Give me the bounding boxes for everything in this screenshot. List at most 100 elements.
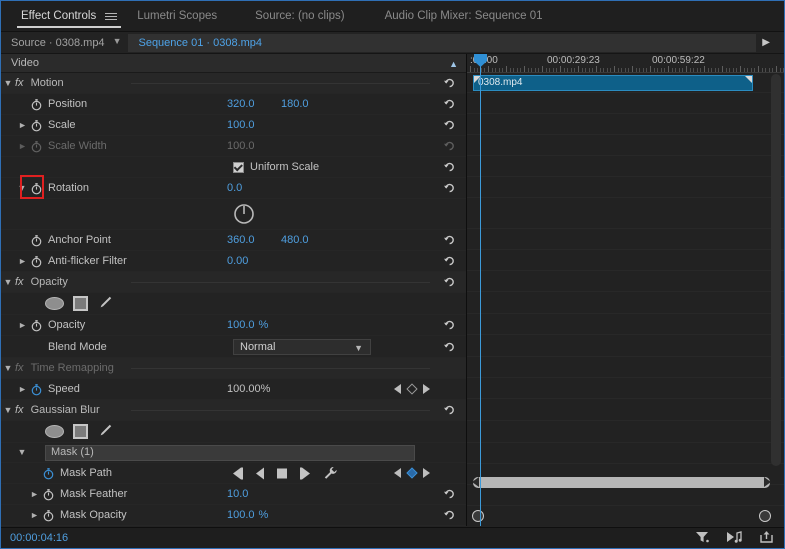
ellipse-mask-icon[interactable] bbox=[45, 425, 64, 438]
param-row-speed[interactable]: ▼ Speed 100.00% bbox=[1, 379, 466, 400]
disclosure-scale[interactable]: ▼ bbox=[15, 121, 29, 130]
effect-header-motion[interactable]: ▼ fx Motion bbox=[1, 73, 466, 94]
stopwatch-icon[interactable] bbox=[29, 97, 44, 112]
export-frame-icon[interactable] bbox=[759, 530, 774, 544]
stopwatch-icon[interactable] bbox=[41, 487, 56, 502]
uniform-scale-checkbox[interactable] bbox=[233, 162, 244, 173]
current-timecode[interactable]: 00:00:04:16 bbox=[1, 532, 68, 544]
rotation-dial-icon[interactable] bbox=[232, 202, 256, 226]
rectangle-mask-icon[interactable] bbox=[73, 296, 88, 311]
effect-header-time-remapping[interactable]: ▼ fx Time Remapping bbox=[1, 358, 466, 379]
param-row-opacity[interactable]: ▼ Opacity 100.0 % bbox=[1, 315, 466, 336]
param-row-scale[interactable]: ▼ Scale 100.0 bbox=[1, 115, 466, 136]
disclosure-rotation[interactable]: ▼ bbox=[15, 184, 29, 193]
wrench-icon[interactable] bbox=[323, 466, 338, 481]
stopwatch-icon[interactable] bbox=[29, 118, 44, 133]
stopwatch-icon[interactable] bbox=[29, 382, 44, 397]
chevron-down-icon[interactable]: ▼ bbox=[113, 37, 129, 46]
reset-icon[interactable] bbox=[443, 319, 456, 332]
disclosure-time-remapping[interactable]: ▼ bbox=[1, 364, 15, 373]
stopwatch-icon[interactable] bbox=[41, 466, 56, 481]
horizontal-scrollbar[interactable] bbox=[473, 477, 770, 488]
param-row-blend-mode[interactable]: Blend Mode Normal ▼ bbox=[1, 336, 466, 358]
disclosure-motion[interactable]: ▼ bbox=[1, 79, 15, 88]
reset-icon[interactable] bbox=[443, 276, 456, 289]
disclosure-opacity[interactable]: ▼ bbox=[15, 321, 29, 330]
blend-mode-dropdown[interactable]: Normal ▼ bbox=[233, 339, 371, 355]
reset-icon[interactable] bbox=[443, 98, 456, 111]
disclosure-gaussian-blur[interactable]: ▼ bbox=[1, 406, 15, 415]
param-row-rotation[interactable]: ▼ Rotation 0.0 bbox=[1, 178, 466, 199]
video-section-header[interactable]: Video ▲ bbox=[1, 54, 466, 73]
keyframe-prev-icon[interactable] bbox=[394, 384, 401, 394]
reset-icon[interactable] bbox=[443, 119, 456, 132]
param-row-mask-feather[interactable]: ▼ Mask Feather 10.0 bbox=[1, 484, 466, 505]
reset-icon[interactable] bbox=[443, 77, 456, 90]
keyframe-add-icon[interactable] bbox=[406, 467, 417, 478]
reset-icon[interactable] bbox=[443, 509, 456, 522]
reset-icon[interactable] bbox=[443, 255, 456, 268]
reset-icon[interactable] bbox=[443, 340, 456, 353]
play-backward-icon[interactable] bbox=[256, 467, 264, 479]
tab-lumetri-scopes[interactable]: Lumetri Scopes bbox=[127, 1, 227, 31]
sequence-clip-label[interactable]: Sequence 01 · 0308.mp4 bbox=[128, 34, 272, 52]
opacity-value[interactable]: 100.0 bbox=[227, 319, 255, 331]
keyframe-add-icon[interactable] bbox=[406, 383, 417, 394]
playhead-icon[interactable] bbox=[480, 54, 481, 526]
pen-mask-icon[interactable] bbox=[97, 423, 113, 439]
keyframe-nav-speed[interactable] bbox=[394, 384, 430, 394]
anti-flicker-value[interactable]: 0.00 bbox=[227, 255, 281, 267]
step-back-icon[interactable] bbox=[233, 467, 243, 479]
position-x-value[interactable]: 320.0 bbox=[227, 98, 281, 110]
speed-value[interactable]: 100.00% bbox=[227, 383, 270, 395]
disclosure-opacity-fx[interactable]: ▼ bbox=[1, 278, 15, 287]
param-row-anti-flicker[interactable]: ▼ Anti-flicker Filter 0.00 bbox=[1, 251, 466, 272]
ellipse-mask-icon[interactable] bbox=[45, 297, 64, 310]
reset-icon[interactable] bbox=[443, 161, 456, 174]
keyframe-next-icon[interactable] bbox=[423, 468, 430, 478]
mask-opacity-value[interactable]: 100.0 bbox=[227, 509, 255, 521]
chevron-up-icon[interactable]: ▲ bbox=[449, 59, 458, 69]
rotation-dial-row[interactable] bbox=[1, 199, 466, 230]
uniform-scale-control[interactable]: Uniform Scale bbox=[233, 161, 319, 173]
stopwatch-icon[interactable] bbox=[29, 254, 44, 269]
disclosure-anti-flicker[interactable]: ▼ bbox=[15, 257, 29, 266]
stopwatch-icon[interactable] bbox=[41, 508, 56, 523]
tab-source[interactable]: Source: (no clips) bbox=[245, 1, 354, 31]
zoom-handle-right[interactable] bbox=[759, 510, 771, 522]
stopwatch-icon[interactable] bbox=[29, 318, 44, 333]
keyframe-next-icon[interactable] bbox=[423, 384, 430, 394]
filter-icon[interactable] bbox=[695, 530, 710, 544]
reset-icon[interactable] bbox=[443, 234, 456, 247]
chevron-down-icon[interactable]: ▼ bbox=[354, 343, 363, 353]
disclosure-mask-opacity[interactable]: ▼ bbox=[27, 511, 41, 520]
param-row-mask-opacity[interactable]: ▼ Mask Opacity 100.0 % bbox=[1, 505, 466, 526]
reset-icon[interactable] bbox=[443, 404, 456, 417]
tab-audio-clip-mixer[interactable]: Audio Clip Mixer: Sequence 01 bbox=[375, 1, 553, 31]
effect-header-opacity[interactable]: ▼ fx Opacity bbox=[1, 272, 466, 293]
position-y-value[interactable]: 180.0 bbox=[281, 98, 335, 110]
param-row-uniform-scale[interactable]: Uniform Scale bbox=[1, 157, 466, 178]
zoom-bar[interactable] bbox=[472, 510, 771, 522]
play-arrow-icon[interactable]: ▶ bbox=[756, 37, 784, 48]
disclosure-mask[interactable]: ▼ bbox=[15, 448, 29, 457]
step-forward-icon[interactable] bbox=[300, 467, 310, 479]
stopwatch-icon[interactable] bbox=[29, 181, 44, 196]
param-row-position[interactable]: Position 320.0 180.0 bbox=[1, 94, 466, 115]
timeline-clip[interactable]: 0308.mp4 bbox=[473, 75, 753, 91]
mask-feather-value[interactable]: 10.0 bbox=[227, 488, 281, 500]
stop-icon[interactable] bbox=[277, 468, 287, 478]
reset-icon[interactable] bbox=[443, 182, 456, 195]
disclosure-mask-feather[interactable]: ▼ bbox=[27, 490, 41, 499]
scale-value[interactable]: 100.0 bbox=[227, 119, 281, 131]
reset-icon[interactable] bbox=[443, 488, 456, 501]
keyframe-prev-icon[interactable] bbox=[394, 468, 401, 478]
timeline-ruler[interactable]: :00:00 00:00:29:23 00:00:59:22 bbox=[467, 54, 784, 73]
anchor-x-value[interactable]: 360.0 bbox=[227, 234, 281, 246]
param-row-anchor-point[interactable]: Anchor Point 360.0 480.0 bbox=[1, 230, 466, 251]
zoom-handle-left[interactable] bbox=[472, 510, 484, 522]
mask-name-label[interactable]: Mask (1) bbox=[51, 446, 94, 458]
hamburger-icon[interactable] bbox=[105, 13, 117, 20]
disclosure-speed[interactable]: ▼ bbox=[15, 385, 29, 394]
mask-group-row[interactable]: ▼ Mask (1) bbox=[1, 443, 466, 463]
